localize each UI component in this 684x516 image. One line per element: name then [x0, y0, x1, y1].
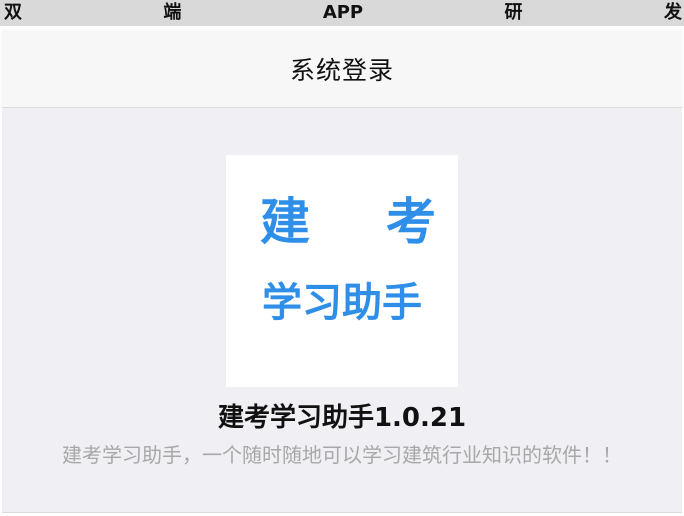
app-name-version: 建考学习助手1.0.21 — [217, 403, 467, 433]
nav-bar: 系统登录 — [2, 30, 682, 108]
logo-char-right: 考 — [386, 193, 436, 251]
page-title: 系统登录 — [289, 55, 394, 85]
banner-char-2: 端 — [163, 2, 182, 23]
logo-line-1: 建 考 — [260, 191, 436, 253]
top-banner: 双 端 APP 研 发 — [0, 0, 684, 26]
banner-char-1: 双 — [4, 2, 22, 23]
banner-char-4: 研 — [504, 2, 523, 23]
banner-char-3: APP — [322, 2, 364, 23]
bottom-divider — [2, 512, 682, 513]
app-logo: 建 考 学习助手 — [226, 155, 458, 387]
main-content: 建 考 学习助手 建考学习助手1.0.21 建考学习助手，一个随时随地可以学习建… — [2, 108, 682, 512]
app-description: 建考学习助手，一个随时随地可以学习建筑行业知识的软件！！ — [62, 443, 622, 467]
logo-char-left: 建 — [260, 193, 310, 251]
logo-line-2: 学习助手 — [262, 280, 422, 326]
banner-char-5: 发 — [663, 2, 682, 23]
